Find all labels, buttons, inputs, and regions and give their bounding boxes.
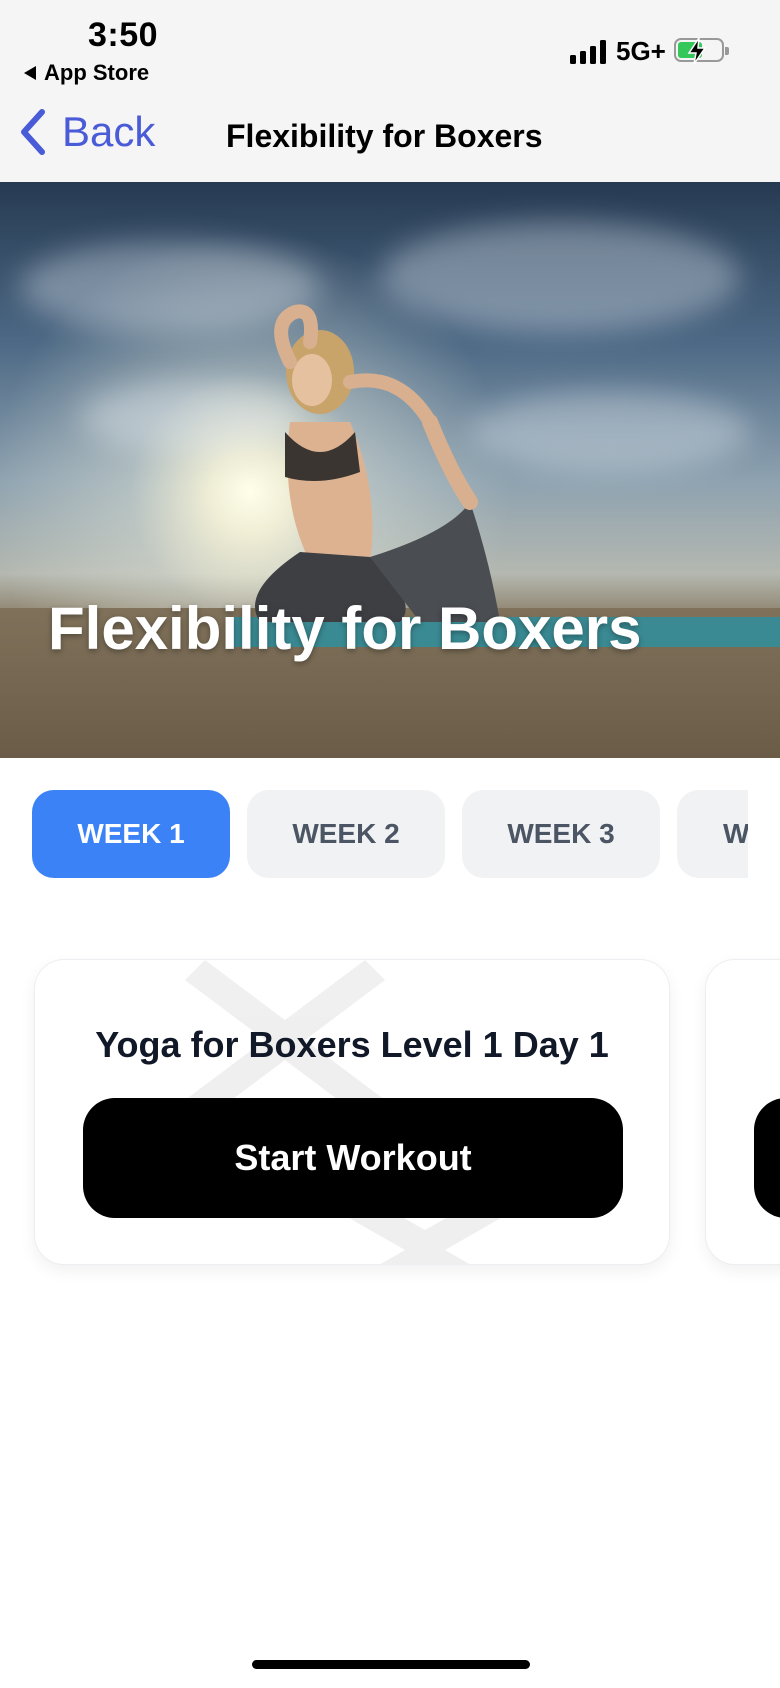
back-to-app-store[interactable]: App Store bbox=[24, 60, 149, 86]
page-title: Flexibility for Boxers bbox=[226, 118, 543, 154]
workout-card: Yoga for Boxers Level 1 Day 1 Start Work… bbox=[34, 959, 670, 1265]
start-workout-button[interactable]: Start Workout bbox=[83, 1098, 623, 1218]
back-button[interactable]: Back bbox=[18, 108, 155, 156]
status-time: 3:50 bbox=[88, 16, 159, 54]
chevron-left-icon bbox=[21, 109, 45, 155]
back-triangle-icon bbox=[24, 66, 36, 80]
yoga-figure-illustration bbox=[255, 304, 500, 622]
charging-bolt-icon bbox=[687, 37, 707, 65]
week-tabs: WEEK 1 WEEK 2 WEEK 3 W bbox=[32, 790, 748, 878]
tab-week-1[interactable]: WEEK 1 bbox=[32, 790, 230, 878]
battery-icon bbox=[674, 37, 729, 65]
tab-week-3[interactable]: WEEK 3 bbox=[462, 790, 660, 878]
status-bar: 3:50 App Store 5G+ bbox=[0, 0, 780, 92]
tab-week-4[interactable]: W bbox=[677, 790, 748, 878]
back-button-label: Back bbox=[62, 108, 156, 155]
workout-cards-carousel: Yoga for Boxers Level 1 Day 1 Start Work… bbox=[0, 955, 780, 1285]
hero-title: Flexibility for Boxers bbox=[48, 595, 642, 662]
start-workout-button-next[interactable] bbox=[754, 1098, 780, 1218]
home-indicator bbox=[252, 1660, 530, 1669]
navigation-bar: Back Flexibility for Boxers bbox=[0, 92, 780, 182]
back-to-app-label: App Store bbox=[44, 60, 150, 85]
cellular-signal-icon bbox=[570, 40, 606, 64]
hero-image: Flexibility for Boxers bbox=[0, 182, 780, 758]
tab-week-2[interactable]: WEEK 2 bbox=[247, 790, 445, 878]
workout-title: Yoga for Boxers Level 1 Day 1 bbox=[95, 1024, 609, 1065]
network-type: 5G+ bbox=[616, 36, 666, 66]
workout-card-next[interactable] bbox=[705, 959, 780, 1265]
